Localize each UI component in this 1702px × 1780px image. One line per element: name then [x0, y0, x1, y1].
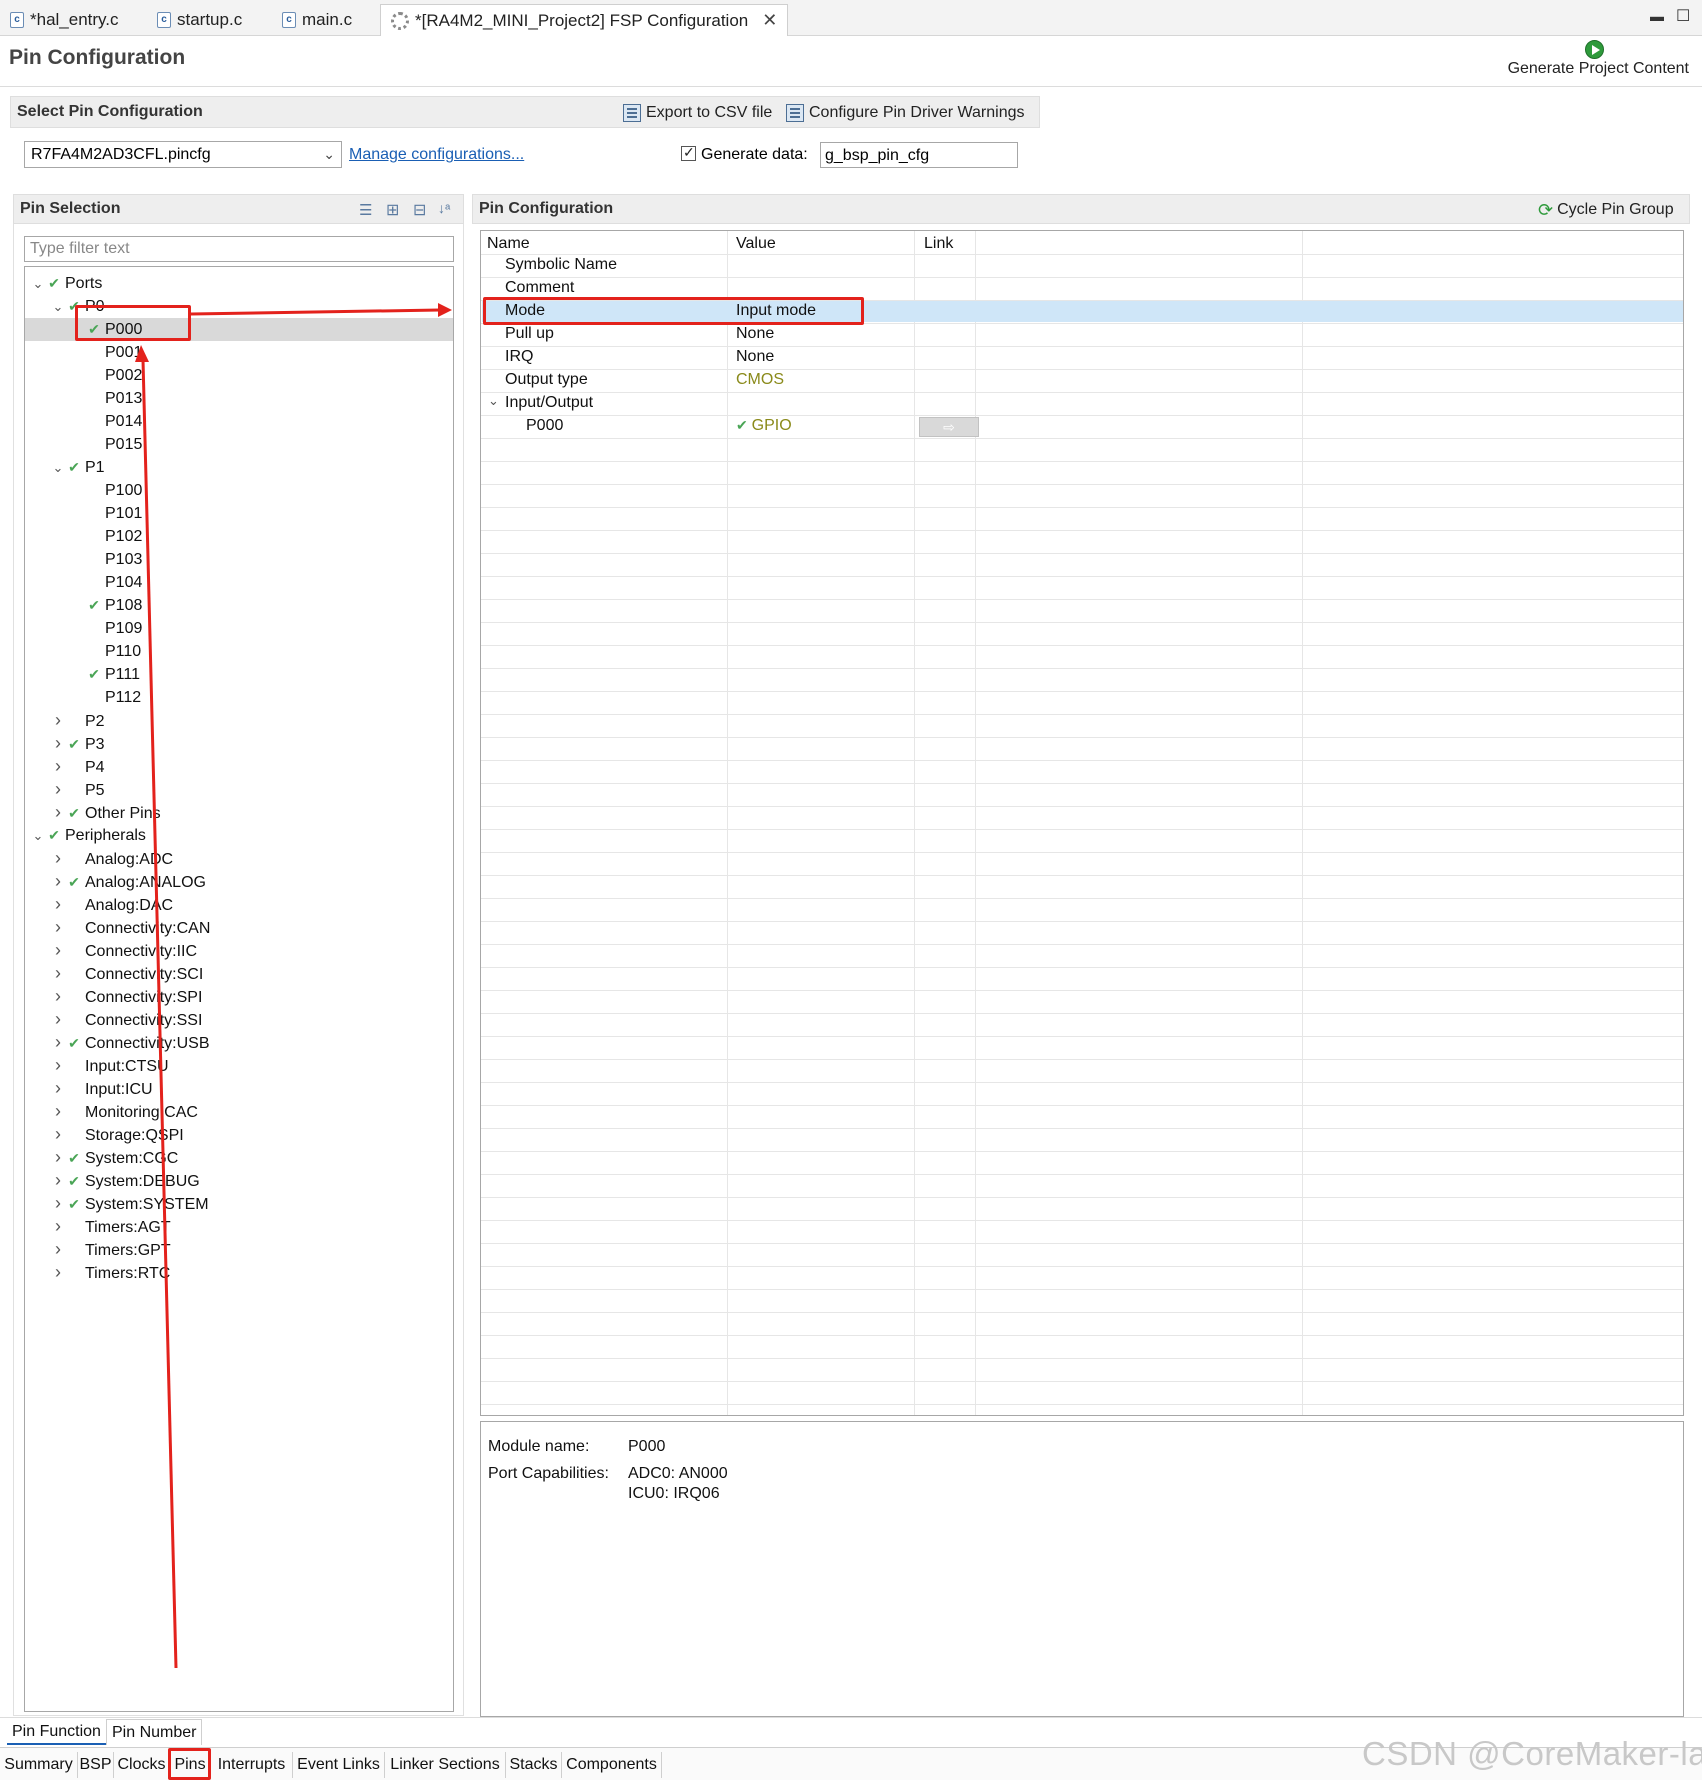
- arrowhead: [438, 303, 452, 317]
- watermark: CSDN @CoreMaker-lab: [1362, 1735, 1702, 1772]
- annotation-arrows: [135, 303, 452, 1669]
- arrow-to-p000: [141, 359, 178, 1669]
- arrowhead: [135, 345, 149, 362]
- arrow-to-mode: [190, 308, 441, 316]
